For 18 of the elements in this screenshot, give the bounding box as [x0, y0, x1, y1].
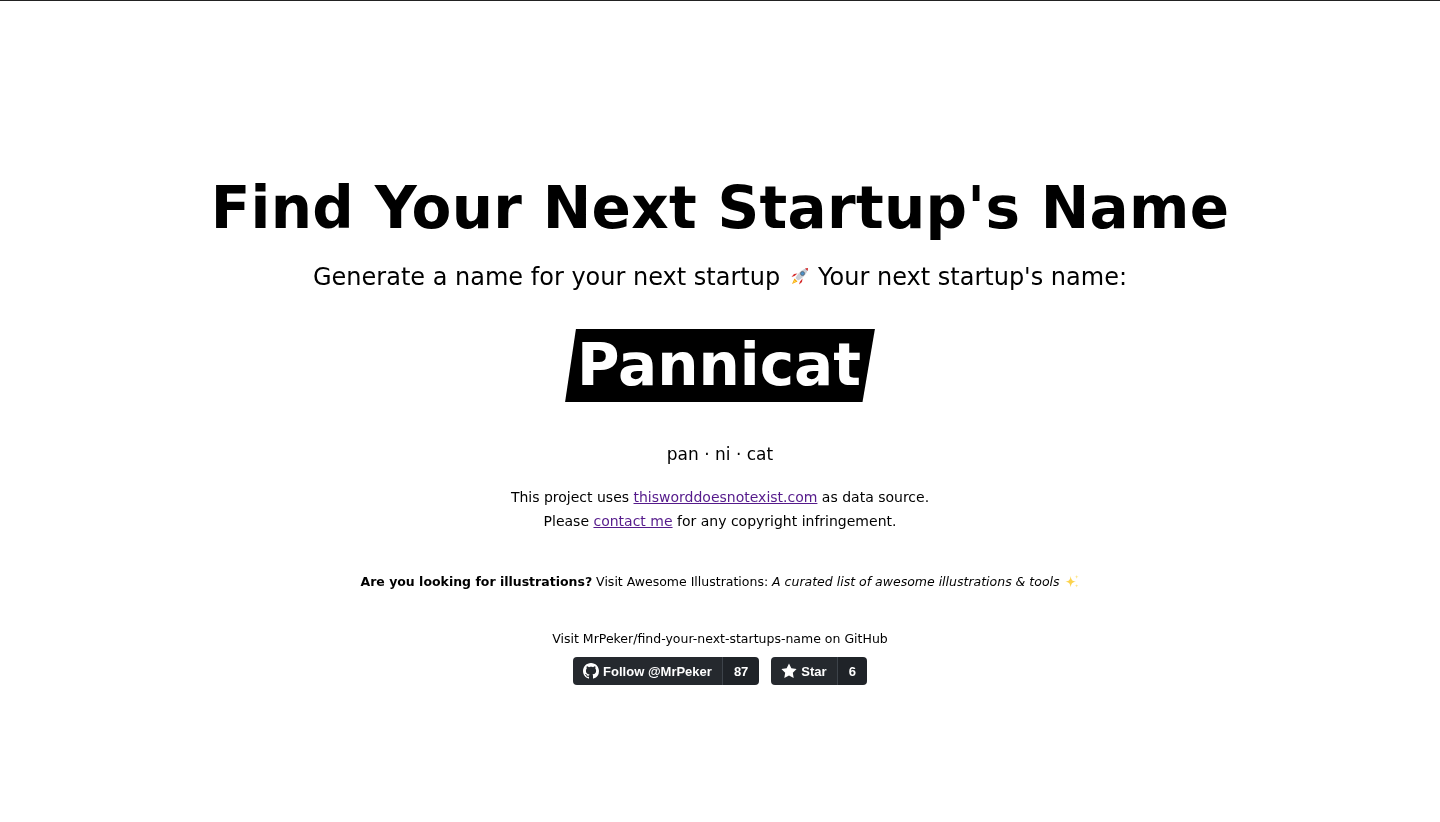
subtitle-text: Generate a name for your next startup [313, 262, 781, 293]
follow-button[interactable]: Follow @MrPeker [573, 657, 723, 685]
promo-link[interactable]: Are you looking for illustrations? Visit Awesome Illustrations: A curated list of awesome illustrations & tools [360, 572, 1060, 592]
star-button[interactable]: Star [771, 657, 838, 685]
note-text: This project uses thisworddoesnotexist.com as data source. [510, 488, 930, 507]
pronunciation-text: pan · ni · cat [666, 443, 774, 466]
prompt-text: Your next startup's name: [818, 262, 1127, 293]
page-title: Find Your Next Startup's Name [210, 173, 1230, 244]
github-caption: Visit MrPeker/find-your-next-startups-name on GitHub [552, 630, 888, 648]
note-link[interactable]: contact me [593, 513, 673, 529]
github-icon [583, 663, 600, 679]
sparkle-icon [1063, 574, 1080, 590]
follow-count[interactable]: 87 [722, 657, 760, 685]
generated-name: Pannicat [565, 329, 875, 402]
star-count[interactable]: 6 [837, 657, 867, 685]
note-text: Please contact me for any copyright infringement. [543, 512, 897, 531]
star-icon [781, 663, 798, 679]
note-link[interactable]: thisworddoesnotexist.com [633, 489, 818, 505]
